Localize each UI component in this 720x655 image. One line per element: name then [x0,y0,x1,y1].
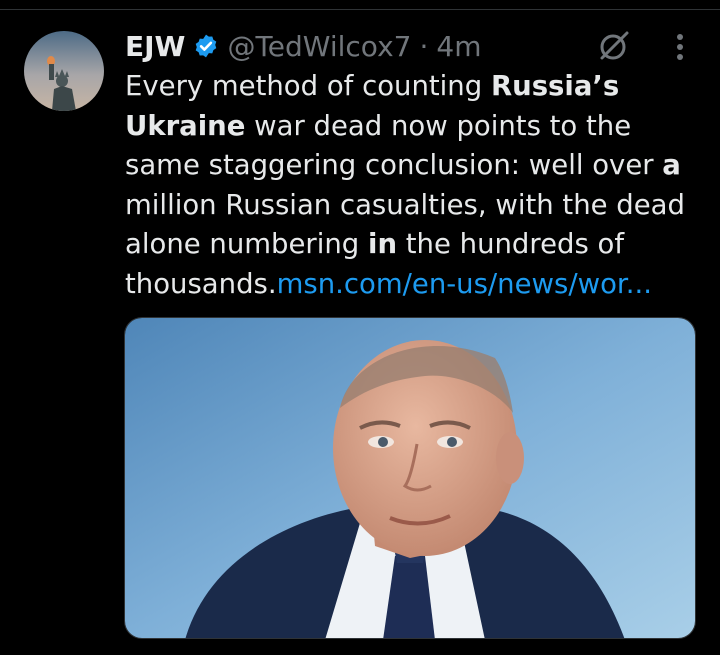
author-handle[interactable]: @TedWilcox7 [227,30,411,63]
tweet-text: Every method of counting Russia’s Ukrain… [125,67,715,304]
separator-dot: · [419,29,429,63]
top-divider [0,9,720,10]
portrait-photo [125,318,695,638]
tweet-line-2: Ukraine war dead now points to the [125,109,632,142]
tweet-line-3: same staggering conclusion: well over a [125,149,681,181]
article-link[interactable]: msn.com/en-us/news/wor... [277,268,652,300]
avatar[interactable] [24,31,104,111]
tweet-line-6: thousands.msn.com/en-us/news/wor... [125,267,652,300]
tweet-line-5: alone numbering in the hundreds of [125,228,625,260]
timestamp[interactable]: 4m [436,30,481,63]
tweet-line-4: million Russian casualties, with the dea… [125,188,685,221]
tweet-header: EJW @TedWilcox7 · 4m [125,26,481,66]
tweet-line-1: Every method of counting Russia’s [125,70,620,102]
author-name[interactable]: EJW [125,30,185,63]
verified-badge-icon [193,33,219,59]
avatar-image [24,31,104,111]
more-vertical-icon[interactable] [670,31,690,63]
media-image[interactable] [124,317,696,639]
grok-icon[interactable] [596,28,632,64]
